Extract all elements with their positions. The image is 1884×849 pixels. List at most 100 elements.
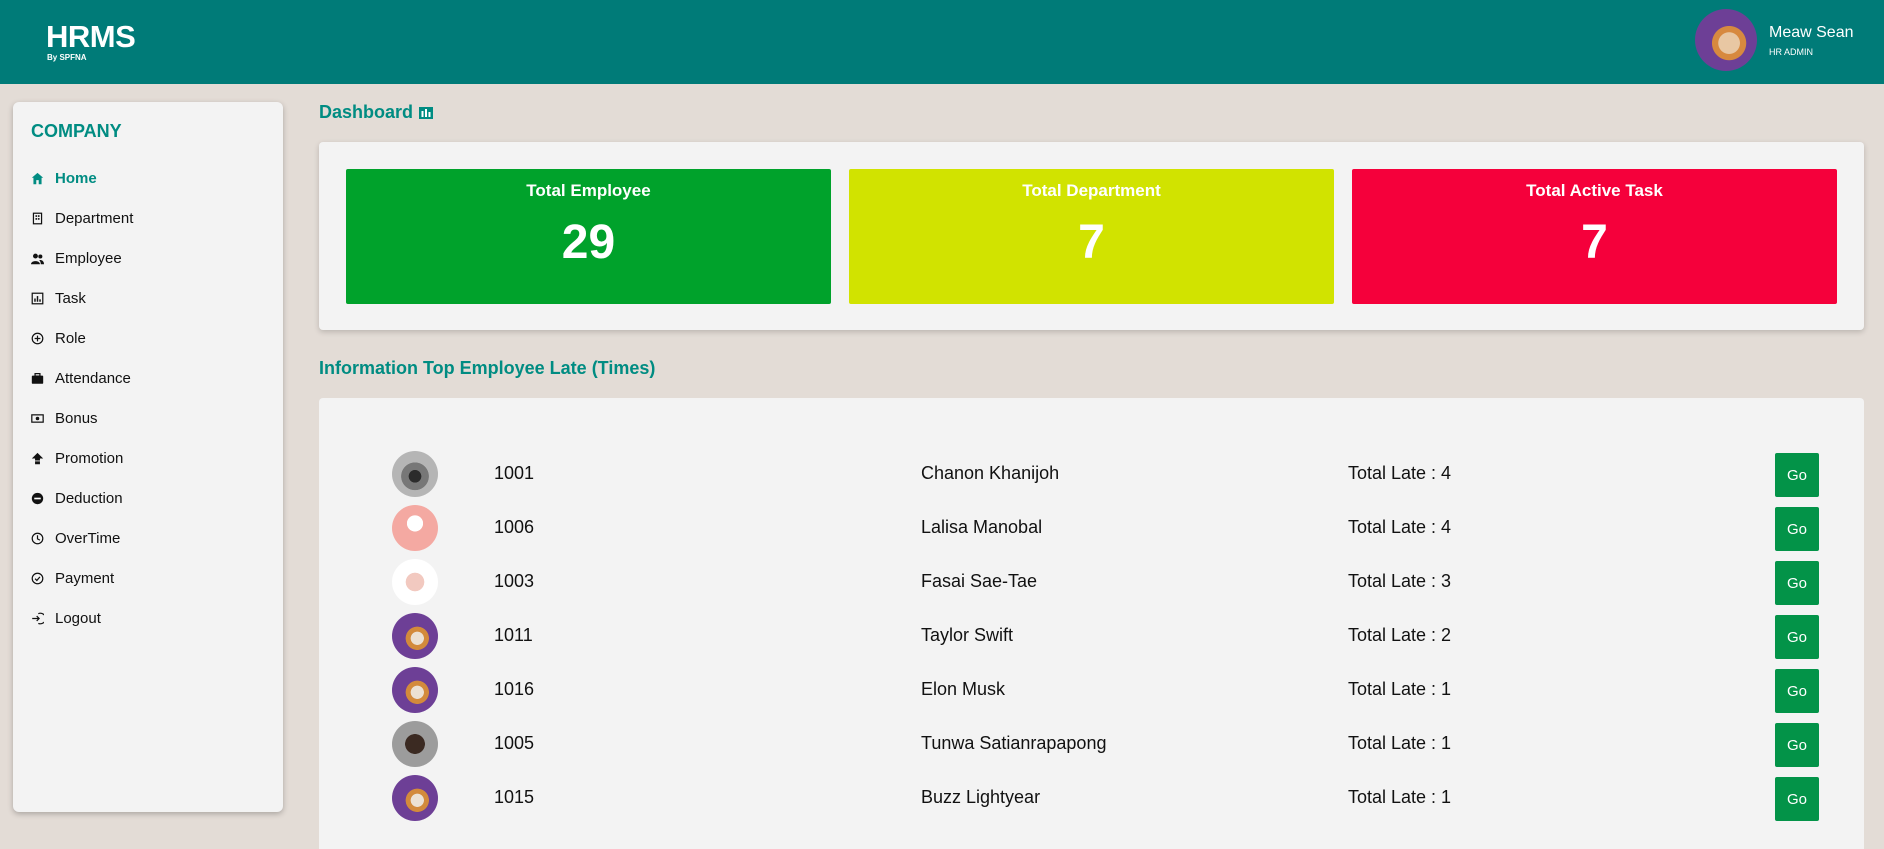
stat-label: Total Employee <box>526 181 651 200</box>
user-name: Meaw Sean <box>1769 24 1854 41</box>
stat-value: 7 <box>1581 216 1608 269</box>
total-employee-card[interactable]: Total Employee 29 <box>346 169 831 304</box>
list-item: 1006 Lalisa Manobal Total Late : 4 Go <box>319 505 1864 551</box>
list-item: 1016 Elon Musk Total Late : 1 Go <box>319 667 1864 713</box>
sidebar-menu: Home Department Employee Task Role Atten… <box>30 158 270 638</box>
stat-label: Total Active Task <box>1526 181 1663 200</box>
company-label: COMPANY <box>31 121 122 141</box>
logout-icon <box>30 611 44 625</box>
employee-name: Taylor Swift <box>921 625 1014 645</box>
go-button[interactable]: Go <box>1775 777 1819 821</box>
chart-icon <box>30 291 44 305</box>
avatar <box>392 451 438 497</box>
sidebar-item-label: OverTime <box>55 529 121 547</box>
logo-subtitle: By SPFNA <box>47 53 87 62</box>
late-count: Total Late : 2 <box>1348 625 1452 645</box>
late-section-title: Information Top Employee Late (Times) <box>319 358 656 378</box>
sidebar-item-home[interactable]: Home <box>30 158 270 198</box>
sidebar-item-employee[interactable]: Employee <box>30 238 270 278</box>
sidebar-item-promotion[interactable]: Promotion <box>30 438 270 478</box>
employee-name: Elon Musk <box>921 679 1006 699</box>
sidebar-item-label: Attendance <box>55 369 131 387</box>
sidebar-item-label: Employee <box>55 249 122 267</box>
late-count: Total Late : 1 <box>1348 733 1452 753</box>
stat-label: Total Department <box>1022 181 1161 200</box>
building-icon <box>30 211 44 225</box>
employee-id: 1003 <box>494 571 535 591</box>
employee-name: Chanon Khanijoh <box>921 463 1060 483</box>
sidebar: COMPANY Home Department Employee Task Ro… <box>13 102 283 812</box>
sidebar-item-payment[interactable]: Payment <box>30 558 270 598</box>
user-profile[interactable]: Meaw Sean HR ADMIN <box>1695 9 1854 71</box>
list-item: 1005 Tunwa Satianrapapong Total Late : 1… <box>319 721 1864 767</box>
briefcase-icon <box>30 371 44 385</box>
employee-name: Tunwa Satianrapapong <box>921 733 1107 753</box>
employee-name: Buzz Lightyear <box>921 787 1041 807</box>
employee-id: 1005 <box>494 733 535 753</box>
total-active-task-card[interactable]: Total Active Task 7 <box>1352 169 1837 304</box>
page-title: Dashboard <box>319 102 434 123</box>
sidebar-item-label: Home <box>55 169 97 187</box>
users-icon <box>30 251 44 265</box>
employee-id: 1011 <box>494 625 533 645</box>
late-employee-list: 1001 Chanon Khanijoh Total Late : 4 Go 1… <box>319 398 1864 849</box>
home-icon <box>30 171 44 185</box>
employee-id: 1016 <box>494 679 535 699</box>
avatar <box>392 559 438 605</box>
clock-icon <box>30 531 44 545</box>
stats-panel: Total Employee 29 Total Department 7 Tot… <box>319 142 1864 330</box>
avatar <box>392 721 438 767</box>
list-item: 1015 Buzz Lightyear Total Late : 1 Go <box>319 775 1864 821</box>
late-count: Total Late : 3 <box>1348 571 1452 591</box>
late-count: Total Late : 4 <box>1348 463 1452 483</box>
go-button[interactable]: Go <box>1775 723 1819 767</box>
late-count: Total Late : 1 <box>1348 787 1452 807</box>
sidebar-item-label: Bonus <box>55 409 98 427</box>
go-button[interactable]: Go <box>1775 453 1819 497</box>
sidebar-item-role[interactable]: Role <box>30 318 270 358</box>
minus-circle-icon <box>30 491 44 505</box>
avatar <box>392 775 438 821</box>
sidebar-item-bonus[interactable]: Bonus <box>30 398 270 438</box>
go-button[interactable]: Go <box>1775 615 1819 659</box>
avatar <box>392 667 438 713</box>
go-button[interactable]: Go <box>1775 507 1819 551</box>
sidebar-item-logout[interactable]: Logout <box>30 598 270 638</box>
go-button[interactable]: Go <box>1775 669 1819 713</box>
employee-name: Fasai Sae-Tae <box>921 571 1038 591</box>
employee-name: Lalisa Manobal <box>921 517 1043 537</box>
employee-id: 1015 <box>494 787 535 807</box>
avatar <box>392 505 438 551</box>
sidebar-item-department[interactable]: Department <box>30 198 270 238</box>
check-circle-icon <box>30 571 44 585</box>
late-count: Total Late : 4 <box>1348 517 1452 537</box>
go-button[interactable]: Go <box>1775 561 1819 605</box>
sidebar-item-label: Deduction <box>55 489 123 507</box>
sidebar-item-attendance[interactable]: Attendance <box>30 358 270 398</box>
stat-value: 29 <box>561 216 616 269</box>
sidebar-item-label: Payment <box>55 569 115 587</box>
sidebar-item-label: Task <box>55 289 86 307</box>
promotion-icon <box>30 451 44 465</box>
sidebar-item-label: Role <box>55 329 86 347</box>
money-icon <box>30 411 44 425</box>
stat-value: 7 <box>1078 216 1105 269</box>
list-item: 1011 Taylor Swift Total Late : 2 Go <box>319 613 1864 659</box>
top-bar: HRMS By SPFNA Meaw Sean HR ADMIN <box>0 0 1884 84</box>
total-department-card[interactable]: Total Department 7 <box>849 169 1334 304</box>
employee-id: 1001 <box>494 463 535 483</box>
plus-circle-icon <box>30 331 44 345</box>
avatar <box>392 613 438 659</box>
sidebar-item-label: Promotion <box>55 449 124 467</box>
logo[interactable]: HRMS By SPFNA <box>46 19 136 62</box>
user-role: HR ADMIN <box>1769 47 1814 57</box>
sidebar-item-task[interactable]: Task <box>30 278 270 318</box>
logo-title: HRMS <box>46 19 136 54</box>
sidebar-item-overtime[interactable]: OverTime <box>30 518 270 558</box>
dashboard-title: Dashboard <box>319 102 414 122</box>
list-item: 1003 Fasai Sae-Tae Total Late : 3 Go <box>319 559 1864 605</box>
avatar[interactable] <box>1695 9 1757 71</box>
user-info: Meaw Sean HR ADMIN <box>1769 23 1854 57</box>
sidebar-item-deduction[interactable]: Deduction <box>30 478 270 518</box>
sidebar-item-label: Department <box>55 209 134 227</box>
